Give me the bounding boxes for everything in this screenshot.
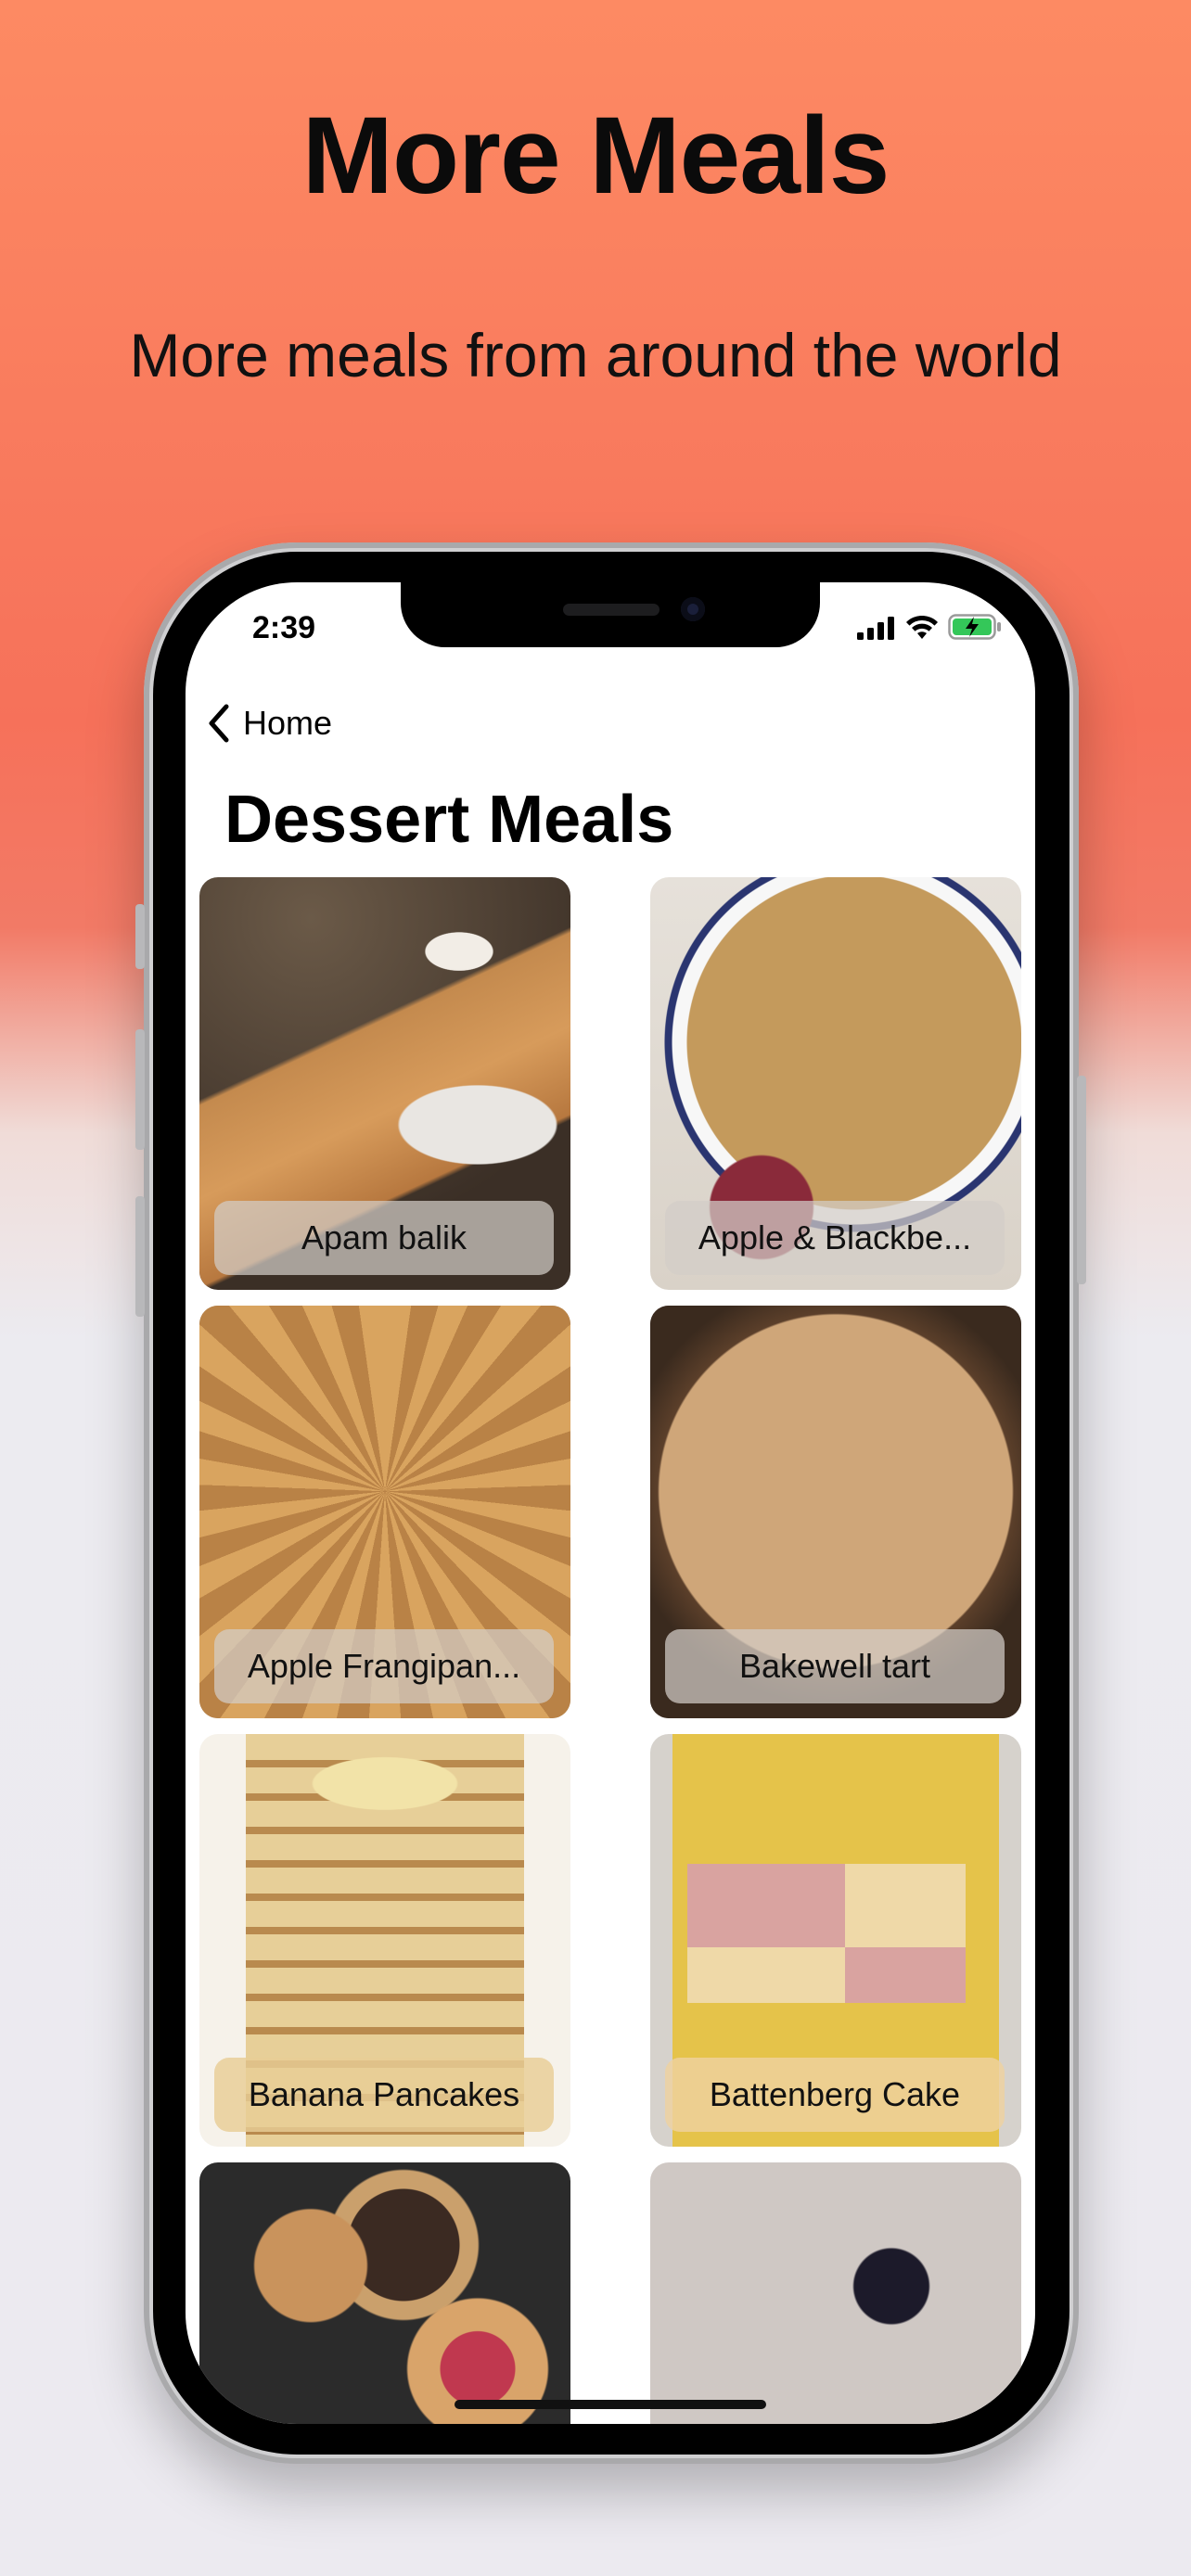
back-label: Home	[243, 704, 333, 742]
meal-card-apple-blackberry[interactable]: Apple & Blackbe...	[650, 877, 1021, 1290]
hero-title: More Meals	[301, 95, 890, 217]
meal-image	[650, 2162, 1021, 2424]
meal-image	[199, 2162, 570, 2424]
meal-card-apam-balik[interactable]: Apam balik	[199, 877, 570, 1290]
notch	[401, 582, 820, 647]
meal-card-partial-left[interactable]	[199, 2162, 570, 2424]
notch-speaker	[563, 604, 660, 616]
meal-label: Apple Frangipan...	[214, 1629, 554, 1703]
meal-card-bakewell-tart[interactable]: Bakewell tart	[650, 1306, 1021, 1718]
meal-card-banana-pancakes[interactable]: Banana Pancakes	[199, 1734, 570, 2147]
side-button-mute	[135, 904, 145, 969]
page-title: Dessert Meals	[224, 783, 674, 857]
meal-label: Apple & Blackbe...	[665, 1201, 1005, 1275]
battery-charging-icon	[948, 614, 1001, 640]
side-button-volume-up	[135, 1029, 145, 1150]
meal-label: Bakewell tart	[665, 1629, 1005, 1703]
phone-screen: 2:39 Home Dessert Meals Apam balik Apple…	[186, 582, 1035, 2424]
side-button-power	[1077, 1076, 1086, 1284]
side-button-volume-down	[135, 1196, 145, 1317]
cellular-signal-icon	[857, 617, 894, 640]
chevron-left-icon	[209, 704, 229, 743]
meal-card-partial-right[interactable]	[650, 2162, 1021, 2424]
meal-card-apple-frangipane[interactable]: Apple Frangipan...	[199, 1306, 570, 1718]
front-camera	[681, 597, 705, 621]
meal-label: Banana Pancakes	[214, 2058, 554, 2132]
home-indicator	[455, 2400, 766, 2409]
meal-label: Battenberg Cake	[665, 2058, 1005, 2132]
meal-label: Apam balik	[214, 1201, 554, 1275]
status-time: 2:39	[252, 610, 316, 645]
status-icons	[857, 614, 1002, 640]
meal-card-battenberg-cake[interactable]: Battenberg Cake	[650, 1734, 1021, 2147]
wifi-icon	[906, 616, 938, 639]
back-button[interactable]: Home	[208, 703, 332, 744]
hero-subtitle: More meals from around the world	[129, 321, 1062, 389]
